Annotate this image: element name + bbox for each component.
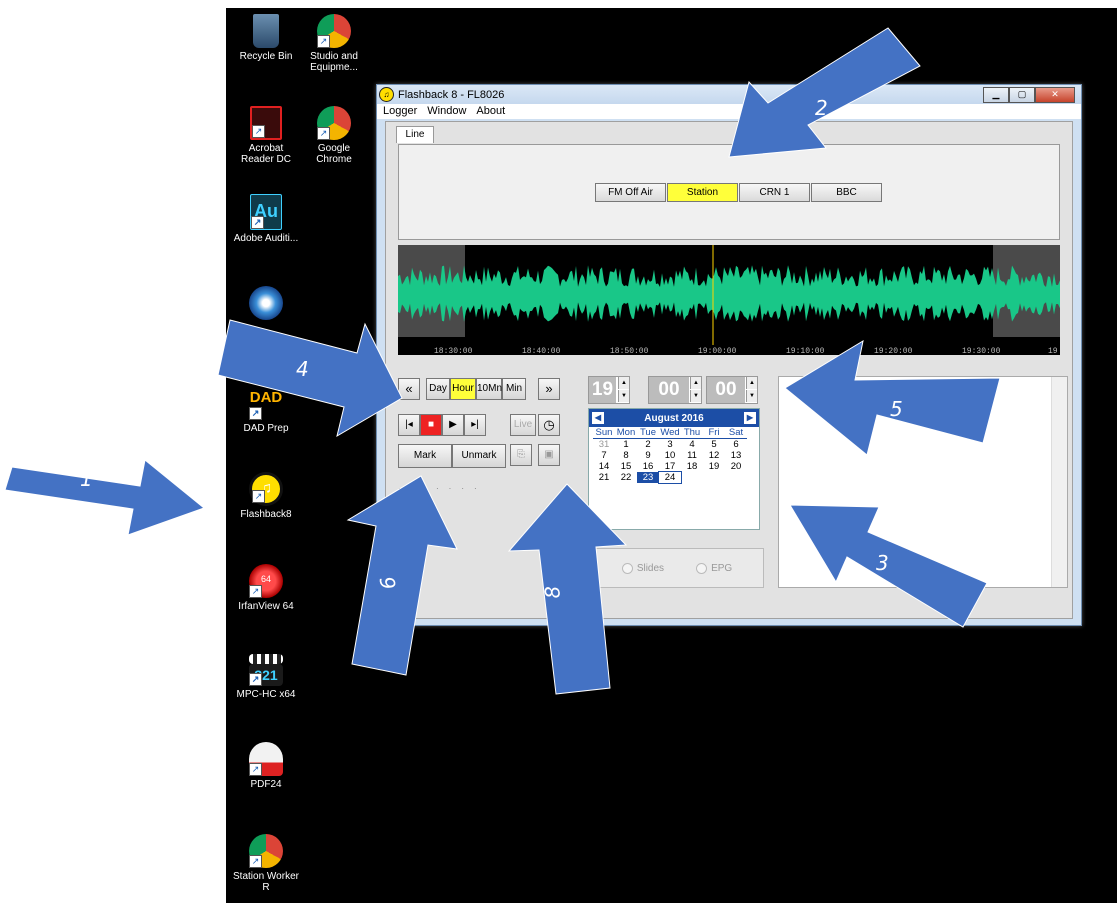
annotation-label: 5 — [890, 397, 903, 421]
annotation-layer: 1 2 3 4 5 6 8 — [4, 27, 1001, 695]
annotation-arrow-2: 2 — [728, 27, 921, 158]
annotation-arrow-8: 8 — [507, 483, 628, 695]
annotation-arrow-3: 3 — [789, 504, 988, 628]
annotation-arrow-1: 1 — [4, 459, 206, 536]
annotation-arrow-5: 5 — [784, 339, 1001, 456]
annotation-label: 4 — [296, 357, 309, 381]
annotation-label: 8 — [540, 585, 565, 600]
annotation-label: 3 — [876, 551, 889, 575]
annotation-label: 2 — [815, 96, 828, 120]
annotation-arrow-6: 6 — [346, 475, 458, 676]
annotation-arrow-4: 4 — [217, 319, 403, 438]
annotation-label: 1 — [80, 467, 93, 491]
